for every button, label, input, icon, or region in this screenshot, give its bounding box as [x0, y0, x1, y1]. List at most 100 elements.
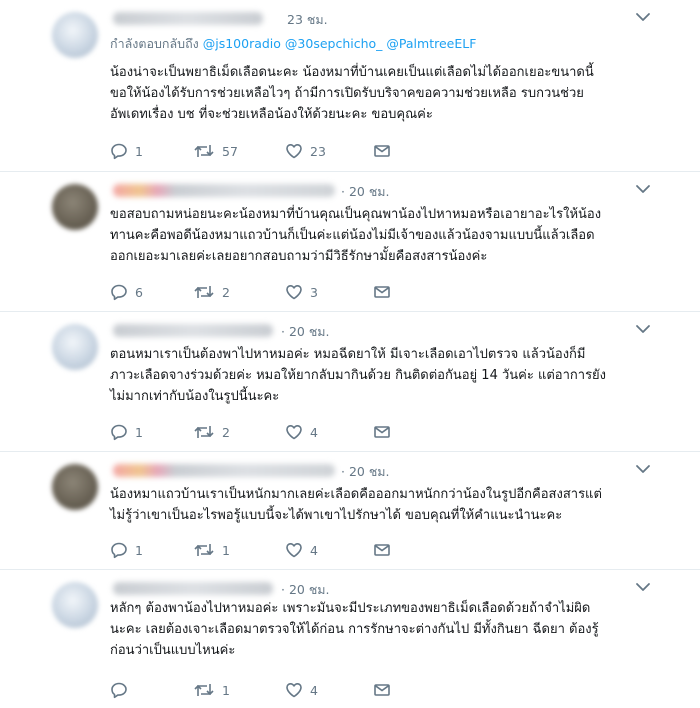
tweet-header: · 20 ชม.: [113, 320, 653, 340]
chevron-down-icon[interactable]: [633, 578, 653, 596]
retweet-button[interactable]: 1: [193, 680, 230, 700]
avatar[interactable]: [52, 464, 98, 510]
tweet[interactable]: · 20 ชม. ตอนหมาเราเป็นต้องพาไปหาหมอค่ะ ห…: [0, 312, 700, 452]
reply-icon: [111, 143, 127, 160]
retweet-count: 2: [222, 424, 230, 440]
timestamp[interactable]: · 20 ชม.: [281, 580, 330, 600]
direct-message-button[interactable]: [373, 540, 391, 560]
timestamp[interactable]: · 20 ชม.: [341, 462, 390, 482]
retweet-icon: [194, 426, 214, 438]
direct-message-icon: [374, 286, 390, 298]
like-button[interactable]: 4: [285, 422, 318, 442]
action-bar: 1 1 4: [110, 540, 410, 560]
tweet-text-line: นะคะ เลยต้องเจาะเลือดมาตรวจให้ได้ก่อน กา…: [110, 622, 599, 637]
avatar[interactable]: [52, 184, 98, 230]
tweet-text-line: ภาวะเลือดจางร่วมด้วยค่ะ หมอให้ยากลับมากิ…: [110, 368, 607, 383]
direct-message-button[interactable]: [373, 141, 391, 161]
like-count: 4: [310, 682, 318, 698]
chevron-down-icon[interactable]: [633, 8, 653, 26]
retweet-icon: [194, 684, 214, 696]
username-blurred[interactable]: [113, 12, 263, 25]
reply-count: 1: [135, 143, 143, 159]
like-count: 23: [310, 143, 326, 159]
action-bar: 6 2 3: [110, 282, 410, 302]
tweet-text: ขอสอบถามหน่อยนะคะน้องหมาที่บ้านคุณเป็นคุ…: [110, 204, 655, 267]
like-button[interactable]: 4: [285, 680, 318, 700]
like-count: 4: [310, 424, 318, 440]
timestamp[interactable]: 23 ชม.: [287, 10, 328, 30]
direct-message-button[interactable]: [373, 680, 391, 700]
tweet-header: · 20 ชม.: [113, 578, 653, 598]
tweet[interactable]: · 20 ชม. น้องหมาแถวบ้านเราเป็นหนักมากเลย…: [0, 452, 700, 570]
chevron-down-icon[interactable]: [633, 180, 653, 198]
retweet-count: 1: [222, 542, 230, 558]
reply-button[interactable]: [110, 680, 135, 700]
mention-link[interactable]: @PalmtreeELF: [386, 36, 476, 51]
replying-to-label: กำลังตอบกลับถึง: [110, 36, 199, 51]
timestamp[interactable]: · 20 ชม.: [341, 182, 390, 202]
avatar[interactable]: [52, 12, 98, 58]
username-blurred[interactable]: [113, 184, 335, 197]
direct-message-button[interactable]: [373, 422, 391, 442]
tweet-text-line: ขอสอบถามหน่อยนะคะน้องหมาที่บ้านคุณเป็นคุ…: [110, 207, 602, 222]
like-button[interactable]: 23: [285, 141, 326, 161]
retweet-button[interactable]: 2: [193, 422, 230, 442]
like-button[interactable]: 3: [285, 282, 318, 302]
chevron-down-icon[interactable]: [633, 460, 653, 478]
retweet-button[interactable]: 57: [193, 141, 238, 161]
action-bar: 1 4: [110, 680, 410, 700]
like-icon: [286, 425, 302, 440]
username-blurred[interactable]: [113, 582, 273, 595]
like-count: 4: [310, 542, 318, 558]
username-blurred[interactable]: [113, 464, 335, 477]
like-count: 3: [310, 284, 318, 300]
avatar[interactable]: [52, 324, 98, 370]
reply-button[interactable]: 1: [110, 141, 143, 161]
tweet-header: · 20 ชม.: [113, 460, 653, 480]
reply-icon: [111, 682, 127, 699]
retweet-icon: [194, 145, 214, 157]
mention-link[interactable]: @30sepchicho_: [285, 36, 383, 51]
tweet-text-line: น้องหมาแถวบ้านเราเป็นหนักมากเลยค่ะเลือดค…: [110, 487, 602, 502]
tweet[interactable]: · 20 ชม. ขอสอบถามหน่อยนะคะน้องหมาที่บ้าน…: [0, 172, 700, 312]
direct-message-button[interactable]: [373, 282, 391, 302]
replying-to: กำลังตอบกลับถึง @js100radio @30sepchicho…: [110, 34, 476, 54]
retweet-count: 1: [222, 682, 230, 698]
action-bar: 1 2 4: [110, 422, 410, 442]
reply-button[interactable]: 1: [110, 540, 143, 560]
direct-message-icon: [374, 544, 390, 556]
tweet-text-line: ทานคะคือพอดีน้องหมาแถวบ้านก็เป็นค่ะแต่น้…: [110, 228, 595, 243]
mention-link[interactable]: @js100radio: [203, 36, 281, 51]
like-icon: [286, 543, 302, 558]
reply-button[interactable]: 6: [110, 282, 143, 302]
retweet-button[interactable]: 2: [193, 282, 230, 302]
like-icon: [286, 144, 302, 159]
tweet[interactable]: · 20 ชม. หลักๆ ต้องพาน้องไปหาหมอค่ะ เพรา…: [0, 570, 700, 708]
tweet-text-line: อัพเดทเรื่อง บช ที่จะช่วยเหลือน้องให้ด้ว…: [110, 107, 433, 122]
reply-button[interactable]: 1: [110, 422, 143, 442]
retweet-icon: [194, 544, 214, 556]
reply-icon: [111, 284, 127, 301]
tweet-text-line: ไม่มากเท่ากับน้องในรูปนี้นะคะ: [110, 389, 280, 404]
chevron-down-icon[interactable]: [633, 320, 653, 338]
like-button[interactable]: 4: [285, 540, 318, 560]
direct-message-icon: [374, 426, 390, 438]
like-icon: [286, 285, 302, 300]
direct-message-icon: [374, 145, 390, 157]
tweet[interactable]: 23 ชม. กำลังตอบกลับถึง @js100radio @30se…: [0, 0, 700, 172]
reply-count: 1: [135, 542, 143, 558]
timestamp[interactable]: · 20 ชม.: [281, 322, 330, 342]
tweet-text-line: ตอนหมาเราเป็นต้องพาไปหาหมอค่ะ หมอฉีดยาให…: [110, 347, 586, 362]
avatar[interactable]: [52, 582, 98, 628]
username-blurred[interactable]: [113, 324, 273, 337]
retweet-button[interactable]: 1: [193, 540, 230, 560]
reply-icon: [111, 424, 127, 441]
tweet-text-line: น้องน่าจะเป็นพยาธิเม็ดเลือดนะคะ น้องหมาท…: [110, 65, 594, 80]
tweet-text: น้องหมาแถวบ้านเราเป็นหนักมากเลยค่ะเลือดค…: [110, 484, 655, 526]
direct-message-icon: [374, 684, 390, 696]
tweet-text: ตอนหมาเราเป็นต้องพาไปหาหมอค่ะ หมอฉีดยาให…: [110, 344, 655, 407]
reply-count: 1: [135, 424, 143, 440]
action-bar: 1 57 23: [110, 141, 410, 161]
tweet-header: 23 ชม.: [113, 8, 653, 28]
tweet-text-line: ออกเยอะมาเลยค่ะเลยอยากสอบถามว่ามีวิธีรัก…: [110, 249, 488, 264]
